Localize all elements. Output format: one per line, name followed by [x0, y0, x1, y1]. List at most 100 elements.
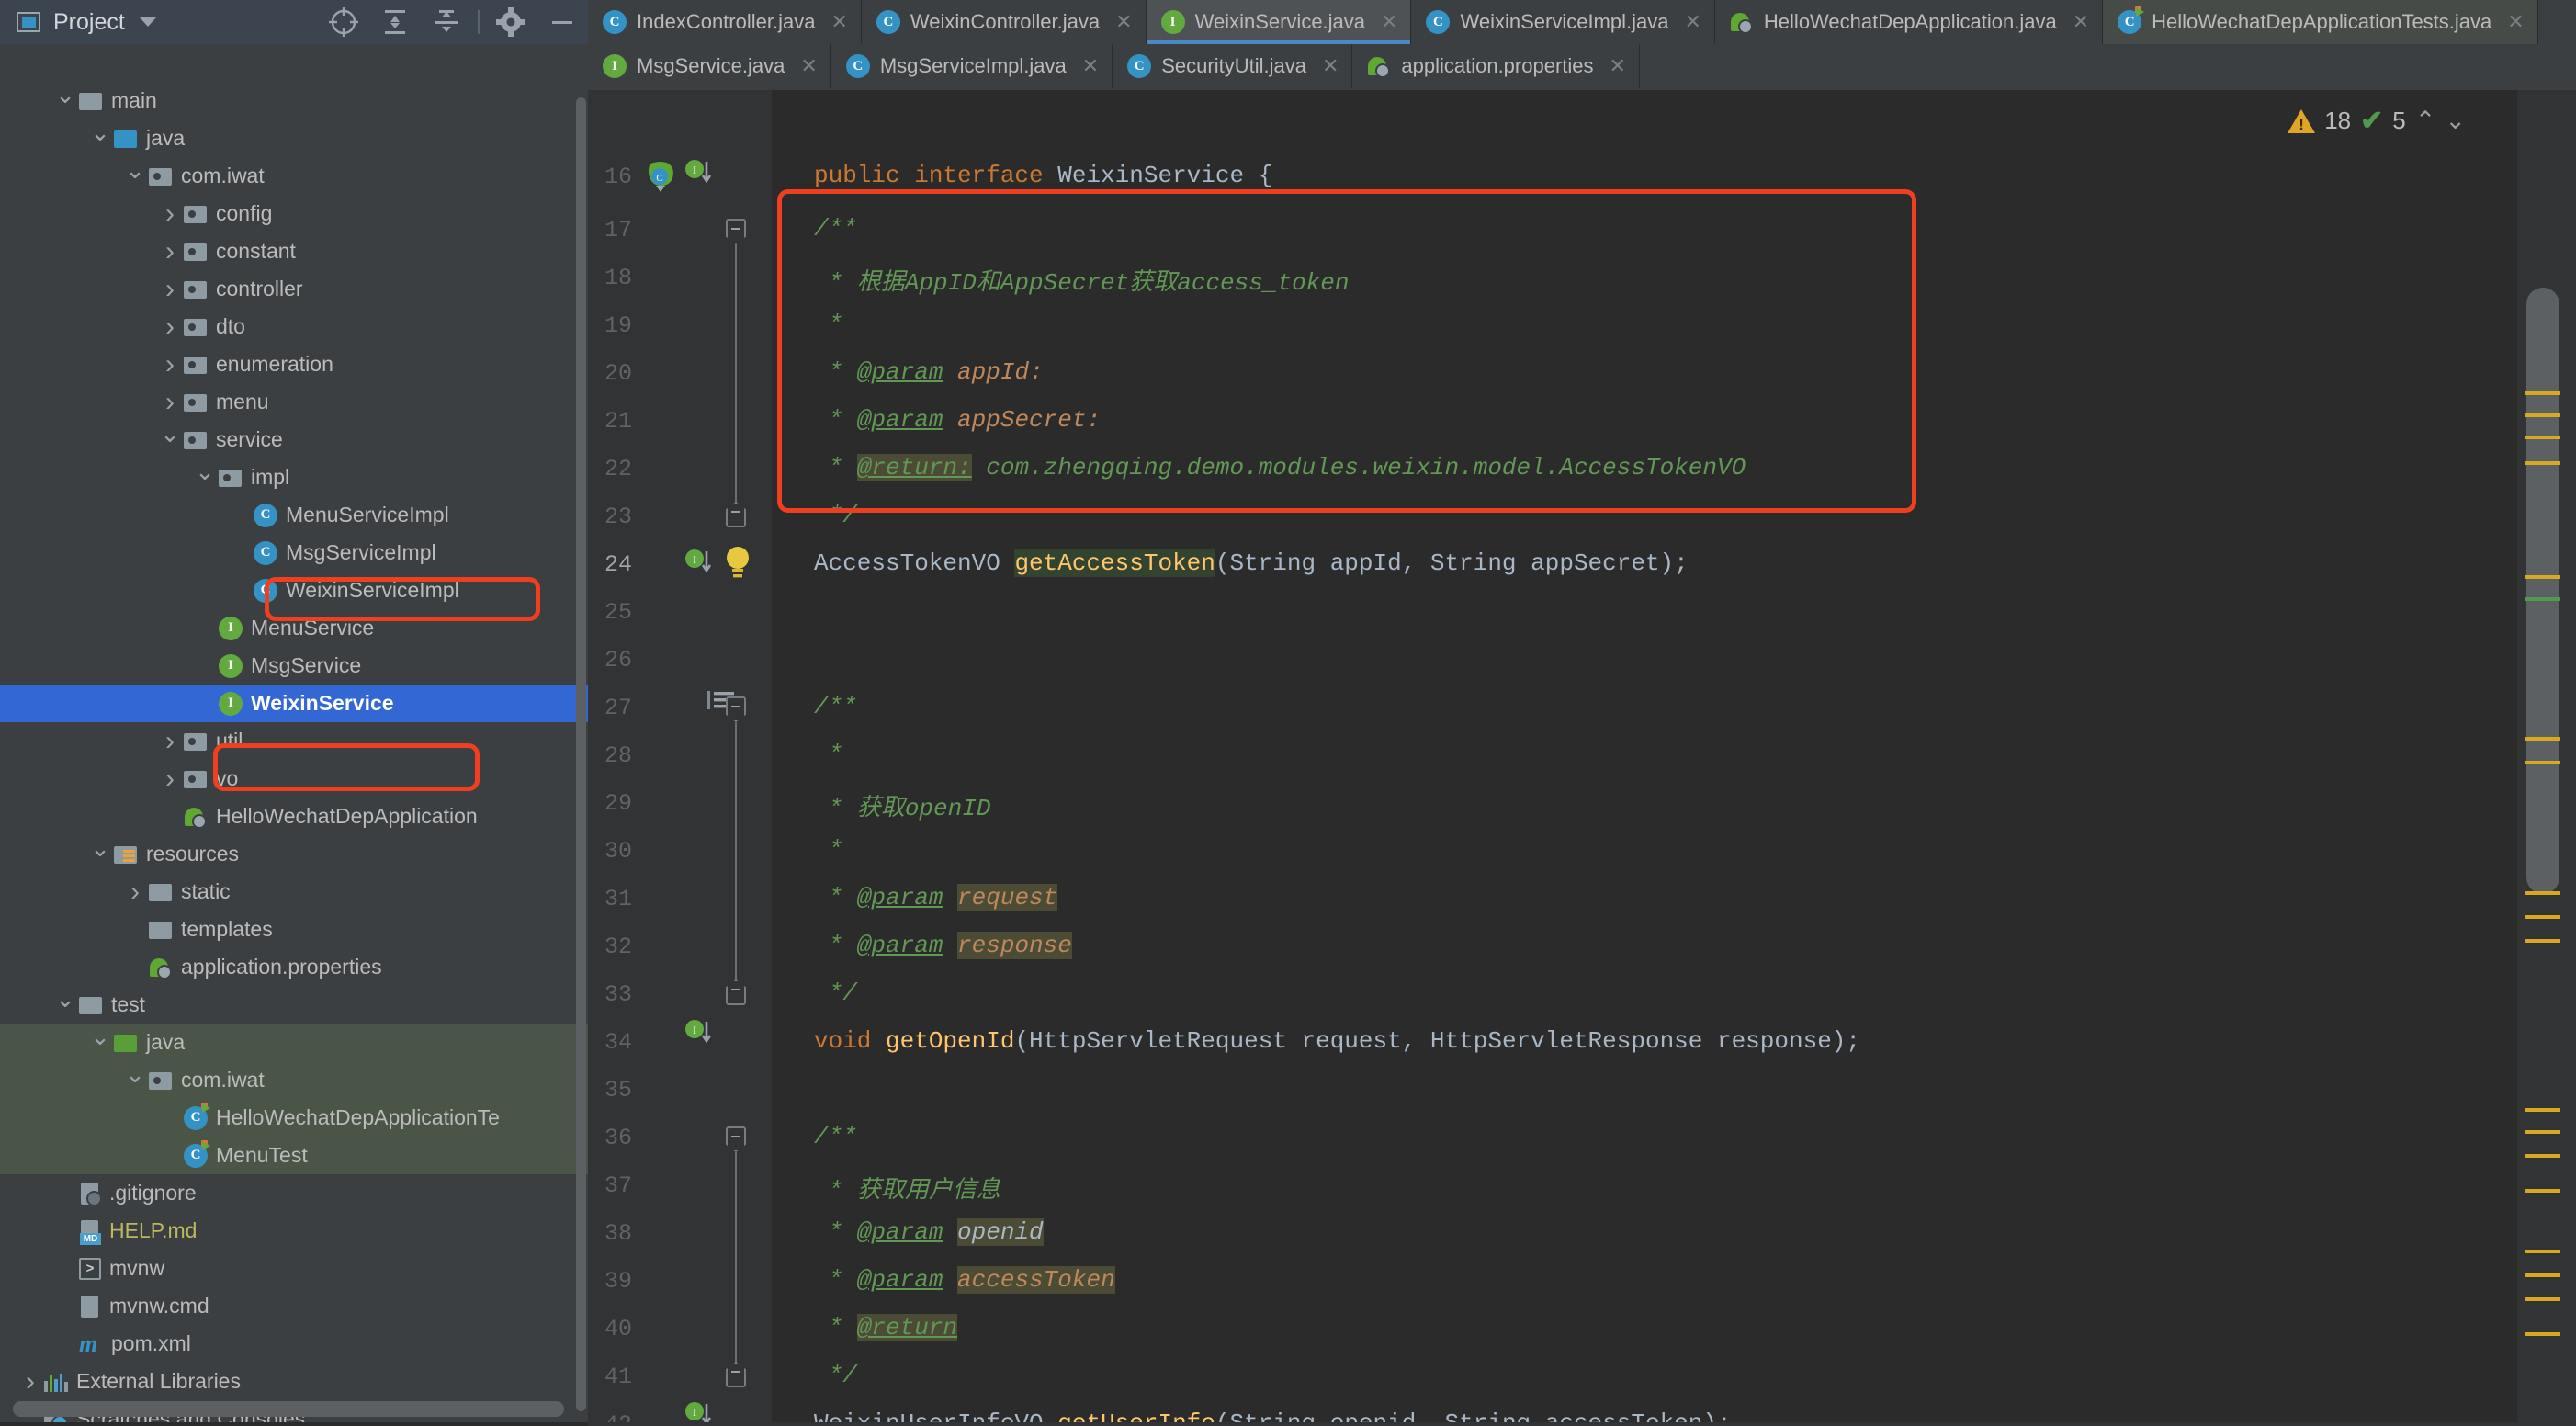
close-icon[interactable]: ✕ [1082, 54, 1099, 78]
code-text-area[interactable]: public interface WeixinService { /** * 根… [772, 90, 2576, 1426]
error-stripe-mark[interactable] [2525, 891, 2560, 895]
tree-item-resources[interactable]: resources [0, 835, 588, 873]
error-stripe-mark[interactable] [2525, 915, 2560, 919]
error-stripe-mark[interactable] [2525, 1332, 2560, 1336]
tree-item-mvnw-cmd[interactable]: mvnw.cmd [0, 1287, 588, 1325]
editor-tab-application-properties[interactable]: application.properties ✕ [1352, 44, 1640, 88]
sidebar-horizontal-scrollbar[interactable] [13, 1401, 564, 1417]
intention-bulb-icon[interactable] [722, 544, 753, 585]
editor-vertical-scrollbar-thumb[interactable] [2526, 288, 2559, 894]
tree-item-java[interactable]: java [0, 1024, 588, 1061]
error-stripe-mark[interactable] [2525, 597, 2560, 601]
tree-item--gitignore[interactable]: .gitignore [0, 1174, 588, 1212]
error-stripe-mark[interactable] [2525, 939, 2560, 943]
chevron-down-icon[interactable] [121, 162, 149, 190]
tree-item-menuserviceimpl[interactable]: C MenuServiceImpl [0, 496, 588, 534]
tree-item-menutest[interactable]: C MenuTest [0, 1137, 588, 1174]
tree-item-java[interactable]: java [0, 119, 588, 157]
error-stripe-mark[interactable] [2525, 1154, 2560, 1158]
tree-item-msgservice[interactable]: I MsgService [0, 647, 588, 685]
error-stripe-mark[interactable] [2525, 575, 2560, 579]
code-fold-marker-36[interactable] [726, 1126, 746, 1152]
close-icon[interactable]: ✕ [1115, 10, 1132, 34]
minimize-icon[interactable] [537, 0, 588, 44]
chevron-right-icon[interactable] [121, 877, 149, 908]
chevron-right-icon[interactable] [156, 198, 184, 230]
tree-item-config[interactable]: config [0, 195, 588, 232]
editor-tab-hellowechatdepapplicationtests-java[interactable]: C HelloWechatDepApplicationTests.java ✕ [2103, 0, 2538, 44]
error-stripe-mark[interactable] [2525, 461, 2560, 465]
code-editor[interactable]: 16 17 18 19 20 21 22 23 24 25 26 27 28 29 30 31 32 33 34 35… [588, 90, 2576, 1426]
error-stripe-mark[interactable] [2525, 1189, 2560, 1193]
tree-item-hellowechatdepapplicationte[interactable]: C HelloWechatDepApplicationTe [0, 1099, 588, 1137]
error-stripe-mark[interactable] [2525, 1297, 2560, 1301]
tree-item-controller[interactable]: controller [0, 270, 588, 308]
tree-item-weixinservice[interactable]: I WeixinService [0, 685, 588, 722]
close-icon[interactable]: ✕ [1381, 10, 1397, 34]
tree-item-templates[interactable]: templates [0, 911, 588, 948]
close-icon[interactable]: ✕ [1610, 54, 1626, 78]
editor-tab-msgservice-java[interactable]: I MsgService.java ✕ [588, 44, 831, 88]
tree-item-menu[interactable]: menu [0, 383, 588, 421]
chevron-down-icon[interactable] [86, 124, 114, 153]
editor-tab-weixinserviceimpl-java[interactable]: C WeixinServiceImpl.java ✕ [1411, 0, 1715, 44]
editor-tab-weixincontroller-java[interactable]: C WeixinController.java ✕ [861, 0, 1147, 44]
editor-tab-indexcontroller-java[interactable]: C IndexController.java ✕ [588, 0, 862, 44]
error-stripe-mark[interactable] [2525, 1130, 2560, 1134]
tree-item-test[interactable]: test [0, 986, 588, 1024]
tree-item-pom-xml[interactable]: m pom.xml [0, 1325, 588, 1363]
tree-item-dto[interactable]: dto [0, 308, 588, 345]
tree-item-weixinserviceimpl[interactable]: C WeixinServiceImpl [0, 572, 588, 609]
chevron-down-icon[interactable] [191, 463, 219, 492]
chevron-down-icon[interactable] [51, 90, 79, 115]
tree-item-service[interactable]: service [0, 421, 588, 458]
tree-item-enumeration[interactable]: enumeration [0, 345, 588, 383]
implemented-gutter-icon-24[interactable]: I [684, 548, 717, 585]
tree-item-constant[interactable]: constant [0, 232, 588, 270]
close-icon[interactable]: ✕ [2507, 10, 2524, 34]
chevron-down-icon[interactable]: ⌄ [2445, 107, 2466, 135]
close-icon[interactable]: ✕ [800, 54, 817, 78]
code-fold-marker-33[interactable] [726, 979, 746, 1005]
error-stripe-mark[interactable] [2525, 1273, 2560, 1277]
close-icon[interactable]: ✕ [1322, 54, 1339, 78]
code-fold-marker-17[interactable] [726, 219, 746, 244]
chevron-down-icon[interactable] [86, 1028, 114, 1057]
tree-item-mvnw[interactable]: > mvnw [0, 1250, 588, 1287]
error-stripe-mark[interactable] [2525, 413, 2560, 417]
tree-item-static[interactable]: static [0, 873, 588, 911]
error-stripe-mark[interactable] [2525, 436, 2560, 439]
chevron-up-icon[interactable]: ⌃ [2415, 107, 2436, 135]
tree-item-application-properties[interactable]: application.properties [0, 948, 588, 986]
error-stripe-mark[interactable] [2525, 1108, 2560, 1112]
error-stripe-mark[interactable] [2525, 737, 2560, 741]
tree-item-msgserviceimpl[interactable]: C MsgServiceImpl [0, 534, 588, 572]
locate-icon[interactable] [318, 0, 369, 44]
inspection-status-bar[interactable]: 18 ✔ 5 ⌃ ⌄ [2288, 105, 2466, 137]
tree-item-com-iwat[interactable]: com.iwat [0, 157, 588, 195]
tree-item-vo[interactable]: vo [0, 760, 588, 798]
tree-item-hellowechatdepapplication[interactable]: HelloWechatDepApplication [0, 798, 588, 835]
editor-tab-weixinservice-java[interactable]: I WeixinService.java ✕ [1146, 0, 1412, 44]
chevron-right-icon[interactable] [156, 311, 184, 343]
editor-tab-msgserviceimpl-java[interactable]: C MsgServiceImpl.java ✕ [830, 44, 1113, 88]
chevron-right-icon[interactable] [156, 274, 184, 305]
tree-item-menuservice[interactable]: I MenuService [0, 609, 588, 647]
chevron-right-icon[interactable] [156, 387, 184, 418]
editor-tab-hellowechatdepapplication-java[interactable]: HelloWechatDepApplication.java ✕ [1714, 0, 2104, 44]
project-tree-panel[interactable]: srcmainjavacom.iwatconfigconstantcontrol… [0, 90, 588, 1426]
error-stripe-mark[interactable] [2525, 761, 2560, 764]
editor-gutter[interactable]: 16 17 18 19 20 21 22 23 24 25 26 27 28 29 30 31 32 33 34 35… [588, 90, 772, 1426]
chevron-down-icon[interactable] [156, 425, 184, 454]
editor-error-stripe[interactable] [2517, 90, 2576, 1426]
close-icon[interactable]: ✕ [830, 10, 847, 34]
close-icon[interactable]: ✕ [1684, 10, 1700, 34]
chevron-right-icon[interactable] [156, 726, 184, 757]
project-panel-header[interactable]: Project [0, 0, 588, 44]
expand-all-icon[interactable] [369, 0, 421, 44]
tree-item-help-md[interactable]: HELP.md [0, 1212, 588, 1250]
error-stripe-mark[interactable] [2525, 391, 2560, 395]
chevron-down-icon[interactable] [121, 1066, 149, 1094]
sidebar-vertical-scrollbar[interactable] [576, 97, 586, 1411]
gear-icon[interactable] [485, 0, 537, 44]
